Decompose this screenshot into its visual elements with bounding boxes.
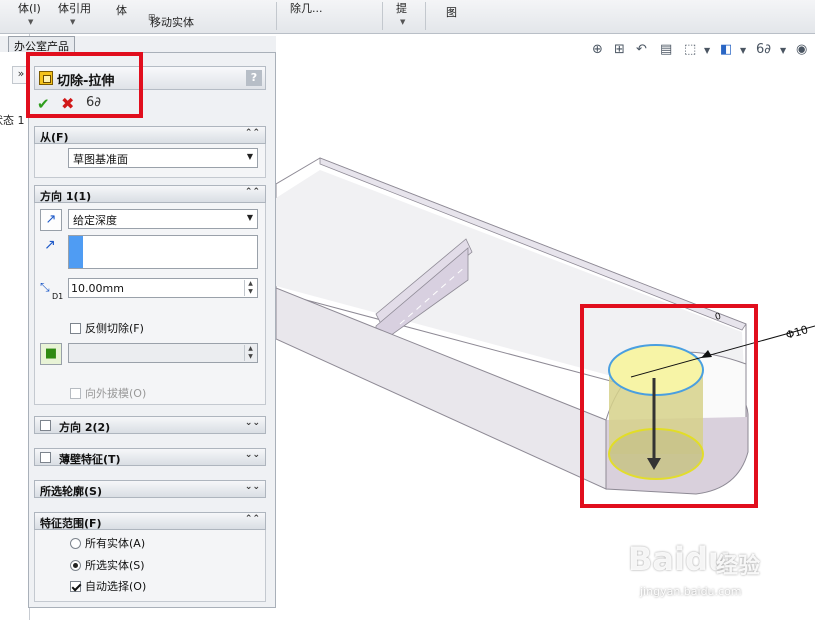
collapse-icon[interactable]: ⌃⌃ — [245, 187, 260, 197]
depth-spinner[interactable]: ▲ ▼ — [244, 280, 256, 296]
flip-side-checkbox[interactable]: 反侧切除(F) — [70, 320, 144, 336]
section-contours-header[interactable]: 所选轮廓(S) ⌄⌄ — [34, 480, 266, 498]
chevron-down-icon: ▼ — [246, 152, 253, 161]
section-scope-header[interactable]: 特征范围(F) ⌃⌃ — [34, 512, 266, 530]
chevron-down-icon[interactable]: ▼ — [70, 18, 75, 26]
ribbon-separator — [425, 2, 426, 30]
depth-input[interactable]: 10.00mm ▲ ▼ — [68, 278, 258, 298]
graphics-viewport[interactable]: Φ10 0 — [276, 34, 815, 620]
chevron-down-icon[interactable]: ▼ — [28, 18, 33, 26]
watermark-url: jingyan.baidu.com — [640, 585, 742, 598]
auto-select-label: 自动选择(O) — [85, 580, 147, 593]
cut-extrude-icon — [39, 71, 53, 85]
move-icon[interactable]: ⊞ — [148, 13, 156, 23]
section-direction2-header[interactable]: 方向 2(2) ⌄⌄ — [34, 416, 266, 434]
depth-icon: ⤡ — [40, 280, 50, 294]
draft-spinner[interactable]: ▲ ▼ — [244, 345, 256, 361]
collapse-icon[interactable]: ⌃⌃ — [245, 514, 260, 524]
tree-state-label: 状态 1 — [0, 114, 25, 127]
section-thin-label: 薄壁特征(T) — [59, 453, 121, 466]
section-from-label: 从(F) — [40, 131, 69, 144]
expand-icon[interactable]: ⌄⌄ — [245, 450, 260, 460]
section-direction1-label: 方向 1(1) — [40, 190, 92, 203]
collapse-icon[interactable]: ⌃⌃ — [245, 128, 260, 138]
feature-header: 切除-拉伸 ? — [34, 66, 266, 90]
from-select[interactable]: 草图基准面 ▼ — [68, 148, 258, 168]
ribbon-separator — [382, 2, 383, 30]
help-button[interactable]: ? — [246, 70, 262, 86]
section-direction2-label: 方向 2(2) — [59, 421, 111, 434]
command-ribbon: 体(I) ▼ 体引用 ▼ 体 移动实体 ⊞ 除几... 提 ▼ 图 — [0, 0, 815, 34]
end-condition-value: 给定深度 — [73, 214, 117, 227]
ok-button[interactable]: ✔ — [37, 95, 50, 113]
expand-icon[interactable]: ⌄⌄ — [245, 482, 260, 492]
reverse-direction-icon[interactable]: ↗ — [40, 209, 62, 231]
direction2-checkbox[interactable] — [40, 420, 51, 431]
chevron-down-icon: ▼ — [246, 213, 253, 222]
checkbox-box[interactable] — [70, 388, 81, 399]
flip-side-label: 反侧切除(F) — [85, 322, 144, 335]
chevron-down-icon[interactable]: ▼ — [400, 18, 405, 26]
checkbox-box[interactable] — [70, 581, 81, 592]
radio-dot[interactable] — [70, 538, 81, 549]
radio-dot[interactable] — [70, 560, 81, 571]
ribbon-item-body-2[interactable]: 体 — [116, 2, 127, 18]
selected-bodies-radio[interactable]: 所选实体(S) — [70, 557, 145, 573]
from-select-value: 草图基准面 — [73, 153, 128, 166]
section-direction1-header[interactable]: 方向 1(1) ⌃⌃ — [34, 185, 266, 203]
section-scope-label: 特征范围(F) — [40, 517, 102, 530]
auto-select-checkbox[interactable]: 自动选择(O) — [70, 578, 146, 594]
section-from-header[interactable]: 从(F) ⌃⌃ — [34, 126, 266, 144]
end-condition-select[interactable]: 给定深度 ▼ — [68, 209, 258, 229]
ribbon-separator — [276, 2, 277, 30]
cancel-button[interactable]: ✖ — [61, 94, 74, 113]
direction-selection-box[interactable] — [68, 235, 258, 269]
thin-checkbox[interactable] — [40, 452, 51, 463]
all-bodies-radio[interactable]: 所有实体(A) — [70, 535, 145, 551]
diameter-dimension[interactable]: Φ10 — [784, 323, 809, 342]
feature-title: 切除-拉伸 — [57, 74, 115, 89]
ribbon-item-view[interactable]: 图 — [446, 4, 457, 20]
all-bodies-label: 所有实体(A) — [85, 537, 146, 550]
section-thin-header[interactable]: 薄壁特征(T) ⌄⌄ — [34, 448, 266, 466]
expand-icon[interactable]: ⌄⌄ — [245, 418, 260, 428]
draft-angle-input[interactable]: ▲ ▼ — [68, 343, 258, 363]
draft-outward-checkbox[interactable]: 向外拔模(O) — [70, 385, 146, 401]
tab-office-products[interactable]: 办公室产品 — [8, 36, 75, 53]
section-direction1-body — [34, 203, 266, 405]
ribbon-item-body[interactable]: 体(I) — [18, 0, 41, 16]
watermark-brand-cn: 经验 — [716, 554, 761, 579]
ribbon-item-body-ref[interactable]: 体引用 — [58, 0, 91, 16]
depth-value: 10.00mm — [71, 282, 124, 295]
section-scope-body — [34, 530, 266, 602]
selection-indicator — [69, 236, 83, 268]
ribbon-item-extract[interactable]: 提 — [396, 0, 407, 16]
selected-bodies-label: 所选实体(S) — [85, 559, 145, 572]
ribbon-item-delete[interactable]: 除几... — [290, 0, 323, 16]
section-contours-label: 所选轮廓(S) — [40, 485, 102, 498]
depth-dim-label: D1 — [52, 292, 64, 301]
direction-vector-icon: ↗ — [44, 237, 56, 253]
draft-outward-label: 向外拔模(O) — [85, 387, 147, 400]
ribbon-item-move-body[interactable]: 移动实体 — [150, 14, 194, 30]
cut-cylinder-bottom — [608, 428, 704, 480]
draft-on-off-icon[interactable]: ■ — [40, 343, 62, 365]
detailed-preview-icon[interactable]: 6∂ — [86, 95, 101, 110]
checkbox-box[interactable] — [70, 323, 81, 334]
